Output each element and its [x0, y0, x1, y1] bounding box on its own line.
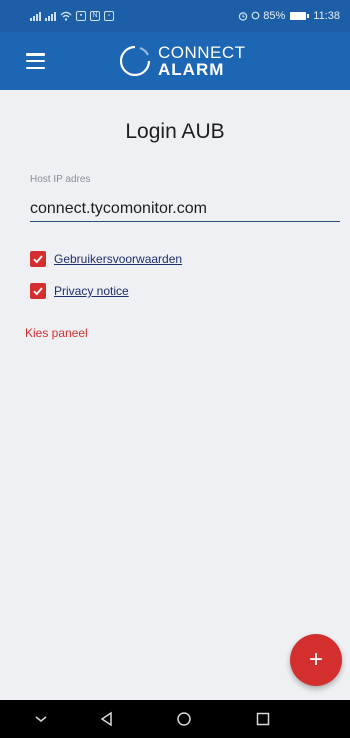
clock-time: 11:38 — [313, 10, 340, 22]
screenshot-icon: ▫ — [104, 11, 114, 21]
wifi-icon — [60, 11, 72, 21]
privacy-checkbox[interactable] — [30, 283, 46, 299]
menu-icon[interactable] — [26, 53, 45, 69]
login-form: Login AUB Host IP adres Gebruikersvoorwa… — [0, 90, 350, 700]
chevron-down-icon[interactable] — [31, 709, 51, 729]
terms-checkbox[interactable] — [30, 251, 46, 267]
logo-alarm: ALARM — [158, 60, 225, 79]
checkmark-icon — [33, 255, 43, 264]
alarm-clock-icon — [239, 12, 248, 21]
status-icons-right: 85% 11:38 — [238, 10, 340, 22]
terms-checkbox-row[interactable]: Gebruikersvoorwaarden — [30, 251, 182, 267]
logo-ring-icon — [119, 45, 151, 77]
host-ip-label: Host IP adres — [30, 174, 91, 185]
notification-icon: ▪ — [76, 11, 86, 21]
status-icons-left: ▪ N ▫ — [30, 11, 114, 21]
system-nav-bar — [0, 700, 350, 738]
battery-percent: 85% — [263, 10, 286, 22]
nfc-icon: N — [90, 11, 100, 21]
location-icon — [251, 11, 260, 20]
signal-2-icon — [45, 11, 56, 21]
logo-connect: CONNECT — [158, 43, 246, 62]
privacy-link[interactable]: Privacy notice — [54, 284, 129, 298]
app-bar: CONNECT ALARM — [0, 32, 350, 90]
back-triangle-icon[interactable] — [97, 709, 117, 729]
add-button[interactable]: + — [290, 634, 342, 686]
status-bar: ▪ N ▫ 85% 11:38 — [0, 0, 350, 32]
battery-icon — [290, 12, 310, 20]
checkmark-icon — [33, 287, 43, 296]
choose-panel-link[interactable]: Kies paneel — [25, 326, 88, 340]
phone-screen: ▪ N ▫ 85% 11:38 CONNECT ALARM Login AUB … — [0, 0, 350, 738]
signal-icon — [30, 11, 41, 21]
plus-icon: + — [308, 646, 323, 673]
home-circle-icon[interactable] — [174, 709, 194, 729]
host-ip-input[interactable] — [30, 196, 340, 222]
terms-link[interactable]: Gebruikersvoorwaarden — [54, 252, 182, 266]
logo-text: CONNECT ALARM — [158, 44, 246, 78]
recents-square-icon[interactable] — [253, 709, 273, 729]
privacy-checkbox-row[interactable]: Privacy notice — [30, 283, 129, 299]
page-title: Login AUB — [125, 120, 225, 143]
connect-alarm-logo: CONNECT ALARM — [118, 41, 246, 81]
